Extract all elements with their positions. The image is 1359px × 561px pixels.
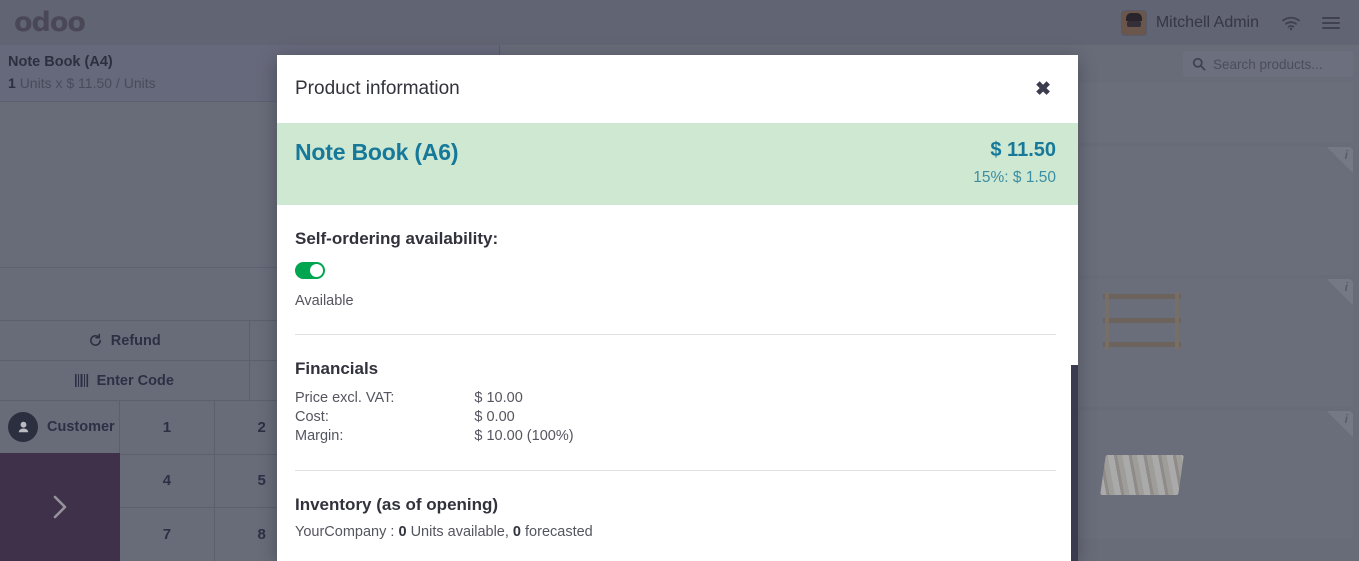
inventory-forecasted-qty: 0: [512, 524, 521, 540]
banner-product-name: Note Book (A6): [295, 139, 459, 165]
dialog-body: Self-ordering availability: Available Fi…: [277, 205, 1078, 561]
close-icon[interactable]: ✖: [1035, 80, 1051, 99]
self-ordering-section: Self-ordering availability: Available: [295, 205, 1056, 309]
inventory-forecasted-label: forecasted: [525, 524, 593, 540]
inventory-section: Inventory (as of opening) YourCompany : …: [295, 471, 1056, 540]
self-ordering-heading: Self-ordering availability:: [295, 229, 499, 248]
banner-price-block: $ 11.50 15%: $ 1.50: [973, 139, 1056, 187]
pos-screen: odoo Mitchell Admin Note Book (A4) 1 Uni…: [0, 0, 1359, 561]
dialog-title: Product information: [295, 78, 460, 99]
dialog-header: Product information ✖: [277, 55, 1078, 123]
financials-section: Financials Price excl. VAT: $ 10.00 Cost…: [295, 335, 1056, 445]
dialog-scrollbar[interactable]: [1071, 365, 1078, 561]
inventory-company: YourCompany :: [295, 524, 395, 540]
financials-table: Price excl. VAT: $ 10.00 Cost: $ 0.00 Ma…: [295, 388, 574, 445]
self-ordering-toggle[interactable]: [295, 262, 325, 279]
banner-price: $ 11.50: [990, 139, 1056, 161]
self-ordering-status: Available: [295, 293, 354, 309]
product-banner: Note Book (A6) $ 11.50 15%: $ 1.50: [277, 123, 1078, 205]
product-information-dialog: Product information ✖ Note Book (A6) $ 1…: [277, 55, 1078, 561]
financials-label: Price excl. VAT:: [295, 389, 395, 406]
inventory-line: YourCompany : 0 Units available, 0 forec…: [295, 524, 1056, 540]
financials-value: $ 10.00 (100%): [474, 427, 574, 444]
inventory-heading: Inventory (as of opening): [295, 495, 499, 514]
financials-heading: Financials: [295, 359, 379, 378]
financials-value: $ 0.00: [474, 408, 515, 425]
inventory-available-qty: 0: [398, 524, 407, 540]
financials-label: Margin:: [295, 427, 344, 444]
banner-tax-line: 15%: $ 1.50: [973, 169, 1056, 186]
table-row: Cost: $ 0.00: [295, 407, 574, 426]
financials-value: $ 10.00: [474, 389, 523, 406]
table-row: Price excl. VAT: $ 10.00: [295, 388, 574, 407]
inventory-available-label: Units available,: [410, 524, 509, 540]
table-row: Margin: $ 10.00 (100%): [295, 426, 574, 445]
financials-label: Cost:: [295, 408, 329, 425]
